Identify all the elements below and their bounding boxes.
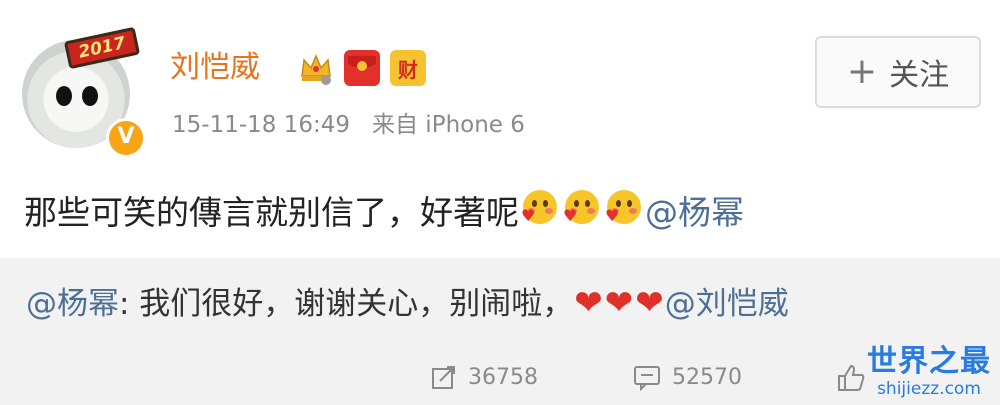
user-name[interactable]: 刘恺威 [170, 48, 260, 88]
heart-icon: ❤ [604, 283, 634, 323]
repost-block[interactable]: @杨幂 : 我们很好，谢谢关心，别闹啦， ❤❤❤ @刘恺威 [0, 258, 1000, 353]
post-timestamp: 15-11-18 16:49 [172, 112, 350, 138]
heart-group: ❤❤❤ [573, 282, 665, 326]
comment-action[interactable]: 52570 [632, 363, 742, 391]
avatar-eye-right [82, 86, 98, 106]
action-bar: 36758 52570 [0, 353, 1000, 405]
watermark-url: shijiezz.com [877, 379, 981, 399]
watermark-title: 世界之最 [867, 344, 991, 379]
avatar-eye-left [56, 86, 72, 106]
repost-action[interactable]: 36758 [430, 363, 538, 391]
repost-end-mention[interactable]: @刘恺威 [665, 282, 789, 326]
comment-count: 52570 [672, 364, 742, 390]
crown-icon[interactable] [298, 50, 334, 86]
repost-body: @杨幂 : 我们很好，谢谢关心，别闹啦， ❤❤❤ @刘恺威 [26, 282, 789, 326]
kiss-emoji-icon: ♥ [605, 188, 643, 226]
avatar[interactable]: 2017 V [18, 18, 146, 158]
repost-icon [432, 366, 455, 389]
heart-icon: ❤ [574, 283, 603, 323]
comment-icon [634, 366, 660, 391]
site-watermark: 世界之最 shijiezz.com [858, 345, 1000, 405]
heart-icon: ❤ [635, 283, 664, 323]
repost-count: 36758 [468, 364, 538, 390]
user-badges: 财 [298, 50, 426, 86]
repost-author-mention[interactable]: @杨幂 [26, 282, 119, 326]
kiss-emoji-icon: ♥ [563, 188, 601, 226]
post-text: 那些可笑的傳言就别信了，好著呢 [24, 192, 519, 232]
red-packet-icon[interactable] [344, 50, 380, 86]
follow-button-label: 关注 [889, 58, 950, 93]
plus-icon: + [846, 51, 878, 92]
wealth-badge-icon[interactable]: 财 [390, 50, 426, 86]
repost-text: : 我们很好，谢谢关心，别闹啦， [119, 286, 574, 322]
post-source: 来自 iPhone 6 [372, 112, 525, 138]
follow-button[interactable]: + 关注 [815, 36, 981, 108]
post-body: 那些可笑的傳言就别信了，好著呢 ♥ ♥ ♥ @杨幂 [24, 188, 744, 237]
verified-badge-icon: V [106, 118, 146, 158]
mention-link[interactable]: @杨幂 [645, 191, 744, 235]
post-meta: 15-11-18 16:49 来自 iPhone 6 [172, 110, 525, 140]
weibo-post-card: 2017 V 刘恺威 财 15-11-18 16:49 来自 iPhone 6 … [0, 0, 1000, 255]
kiss-emoji-icon: ♥ [521, 188, 559, 226]
emoji-group: ♥ ♥ ♥ [519, 188, 645, 237]
